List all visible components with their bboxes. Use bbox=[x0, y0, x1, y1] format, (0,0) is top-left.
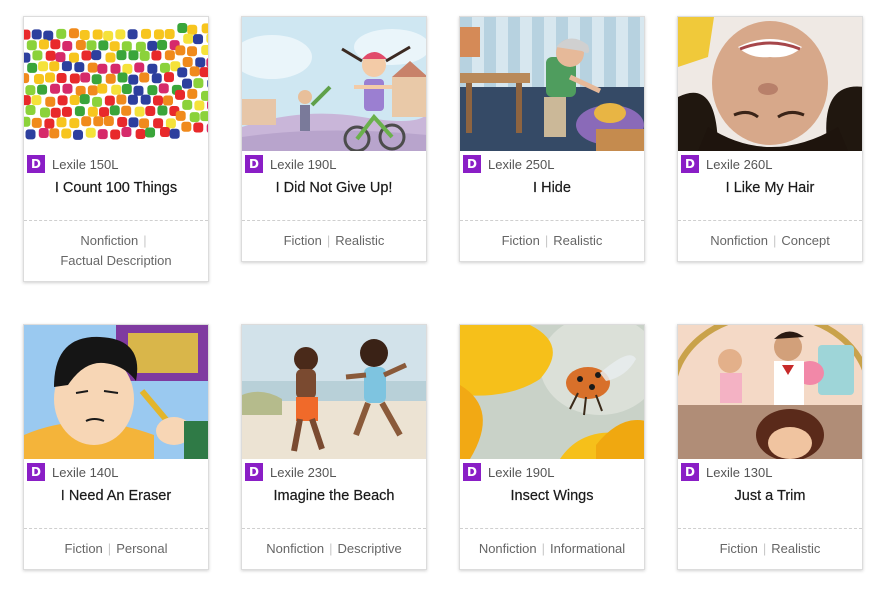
book-card[interactable]: D Lexile 150L I Count 100 Things Nonfict… bbox=[23, 16, 209, 282]
genre-tag: Nonfiction bbox=[710, 233, 768, 248]
lexile-level: Lexile 260L bbox=[706, 156, 773, 172]
book-cover-image[interactable] bbox=[678, 325, 862, 459]
book-cover-image[interactable] bbox=[460, 17, 644, 151]
reading-level-badge: D bbox=[681, 463, 699, 481]
genre-tag: Fiction bbox=[501, 233, 540, 248]
book-cover-image[interactable] bbox=[24, 325, 208, 459]
book-title[interactable]: Imagine the Beach bbox=[242, 488, 426, 528]
book-title[interactable]: I Did Not Give Up! bbox=[242, 180, 426, 220]
genre-tag: Descriptive bbox=[337, 541, 402, 556]
book-card[interactable]: D Lexile 260L I Like My Hair Nonfiction |… bbox=[677, 16, 863, 262]
genre-tag: Fiction bbox=[719, 541, 758, 556]
book-title[interactable]: I Like My Hair bbox=[678, 180, 862, 220]
genre-tag: Realistic bbox=[335, 233, 385, 248]
book-cover-image[interactable] bbox=[24, 17, 208, 151]
book-card[interactable]: D Lexile 190L Insect Wings Nonfiction | In… bbox=[459, 324, 645, 570]
genre-separator: | bbox=[773, 233, 777, 248]
genre-tag: Fiction bbox=[64, 541, 103, 556]
genre-tag: Nonfiction bbox=[478, 541, 537, 556]
genre-tag: Informational bbox=[550, 541, 626, 556]
reading-level-badge: D bbox=[27, 463, 45, 481]
book-card[interactable]: D Lexile 190L I Did Not Give Up! Fiction… bbox=[241, 16, 427, 262]
book-card[interactable]: D Lexile 250L I Hide Fiction | Realistic bbox=[459, 16, 645, 262]
lexile-level: Lexile 140L bbox=[52, 464, 119, 480]
genre-list: Nonfiction | Descriptive bbox=[242, 529, 426, 569]
book-card[interactable]: D Lexile 130L Just a Trim Fiction | Realis… bbox=[677, 324, 863, 570]
lexile-level: Lexile 190L bbox=[270, 156, 337, 172]
book-title[interactable]: I Need An Eraser bbox=[24, 488, 208, 528]
reading-level-badge: D bbox=[27, 155, 45, 173]
genre-list: Nonfiction | Concept bbox=[678, 221, 862, 261]
genre-tag: Realistic bbox=[771, 541, 821, 556]
lexile-level: Lexile 190L bbox=[488, 464, 555, 480]
book-card[interactable]: D Lexile 140L I Need An Eraser Fiction | P… bbox=[23, 324, 209, 570]
lexile-level: Lexile 230L bbox=[270, 464, 337, 480]
book-title[interactable]: I Count 100 Things bbox=[24, 180, 208, 220]
genre-separator: | bbox=[326, 233, 331, 248]
genre-tag: Personal bbox=[116, 541, 168, 556]
genre-tag: Realistic bbox=[553, 233, 603, 248]
reading-level-badge: D bbox=[681, 155, 699, 173]
genre-separator: | bbox=[143, 233, 147, 248]
reading-level-badge: D bbox=[463, 155, 481, 173]
book-cover-image[interactable] bbox=[460, 325, 644, 459]
book-card[interactable]: D Lexile 230L Imagine the Beach Nonficti… bbox=[241, 324, 427, 570]
genre-list: Nonfiction | Factual Description bbox=[24, 221, 208, 281]
genre-tag: Fiction bbox=[283, 233, 322, 248]
genre-list: Fiction | Realistic bbox=[460, 221, 644, 261]
lexile-level: Lexile 130L bbox=[706, 464, 773, 480]
book-title[interactable]: I Hide bbox=[460, 180, 644, 220]
lexile-level: Lexile 150L bbox=[52, 156, 119, 172]
genre-separator: | bbox=[107, 541, 112, 556]
genre-tag: Nonfiction bbox=[80, 233, 139, 248]
reading-level-badge: D bbox=[245, 155, 263, 173]
genre-separator: | bbox=[762, 541, 767, 556]
genre-tag: Nonfiction bbox=[266, 541, 325, 556]
genre-separator: | bbox=[544, 233, 549, 248]
book-cover-image[interactable] bbox=[678, 17, 862, 151]
genre-list: Fiction | Personal bbox=[24, 529, 208, 569]
reading-level-badge: D bbox=[463, 463, 481, 481]
genre-list: Fiction | Realistic bbox=[242, 221, 426, 261]
genre-tag: Factual Description bbox=[60, 253, 172, 268]
genre-separator: | bbox=[541, 541, 546, 556]
book-title[interactable]: Just a Trim bbox=[678, 488, 862, 528]
genre-list: Nonfiction | Informational bbox=[460, 529, 644, 569]
genre-separator: | bbox=[329, 541, 333, 556]
book-cover-image[interactable] bbox=[242, 17, 426, 151]
genre-list: Fiction | Realistic bbox=[678, 529, 862, 569]
genre-tag: Concept bbox=[781, 233, 830, 248]
book-cover-image[interactable] bbox=[242, 325, 426, 459]
reading-level-badge: D bbox=[245, 463, 263, 481]
book-title[interactable]: Insect Wings bbox=[460, 488, 644, 528]
lexile-level: Lexile 250L bbox=[488, 156, 555, 172]
